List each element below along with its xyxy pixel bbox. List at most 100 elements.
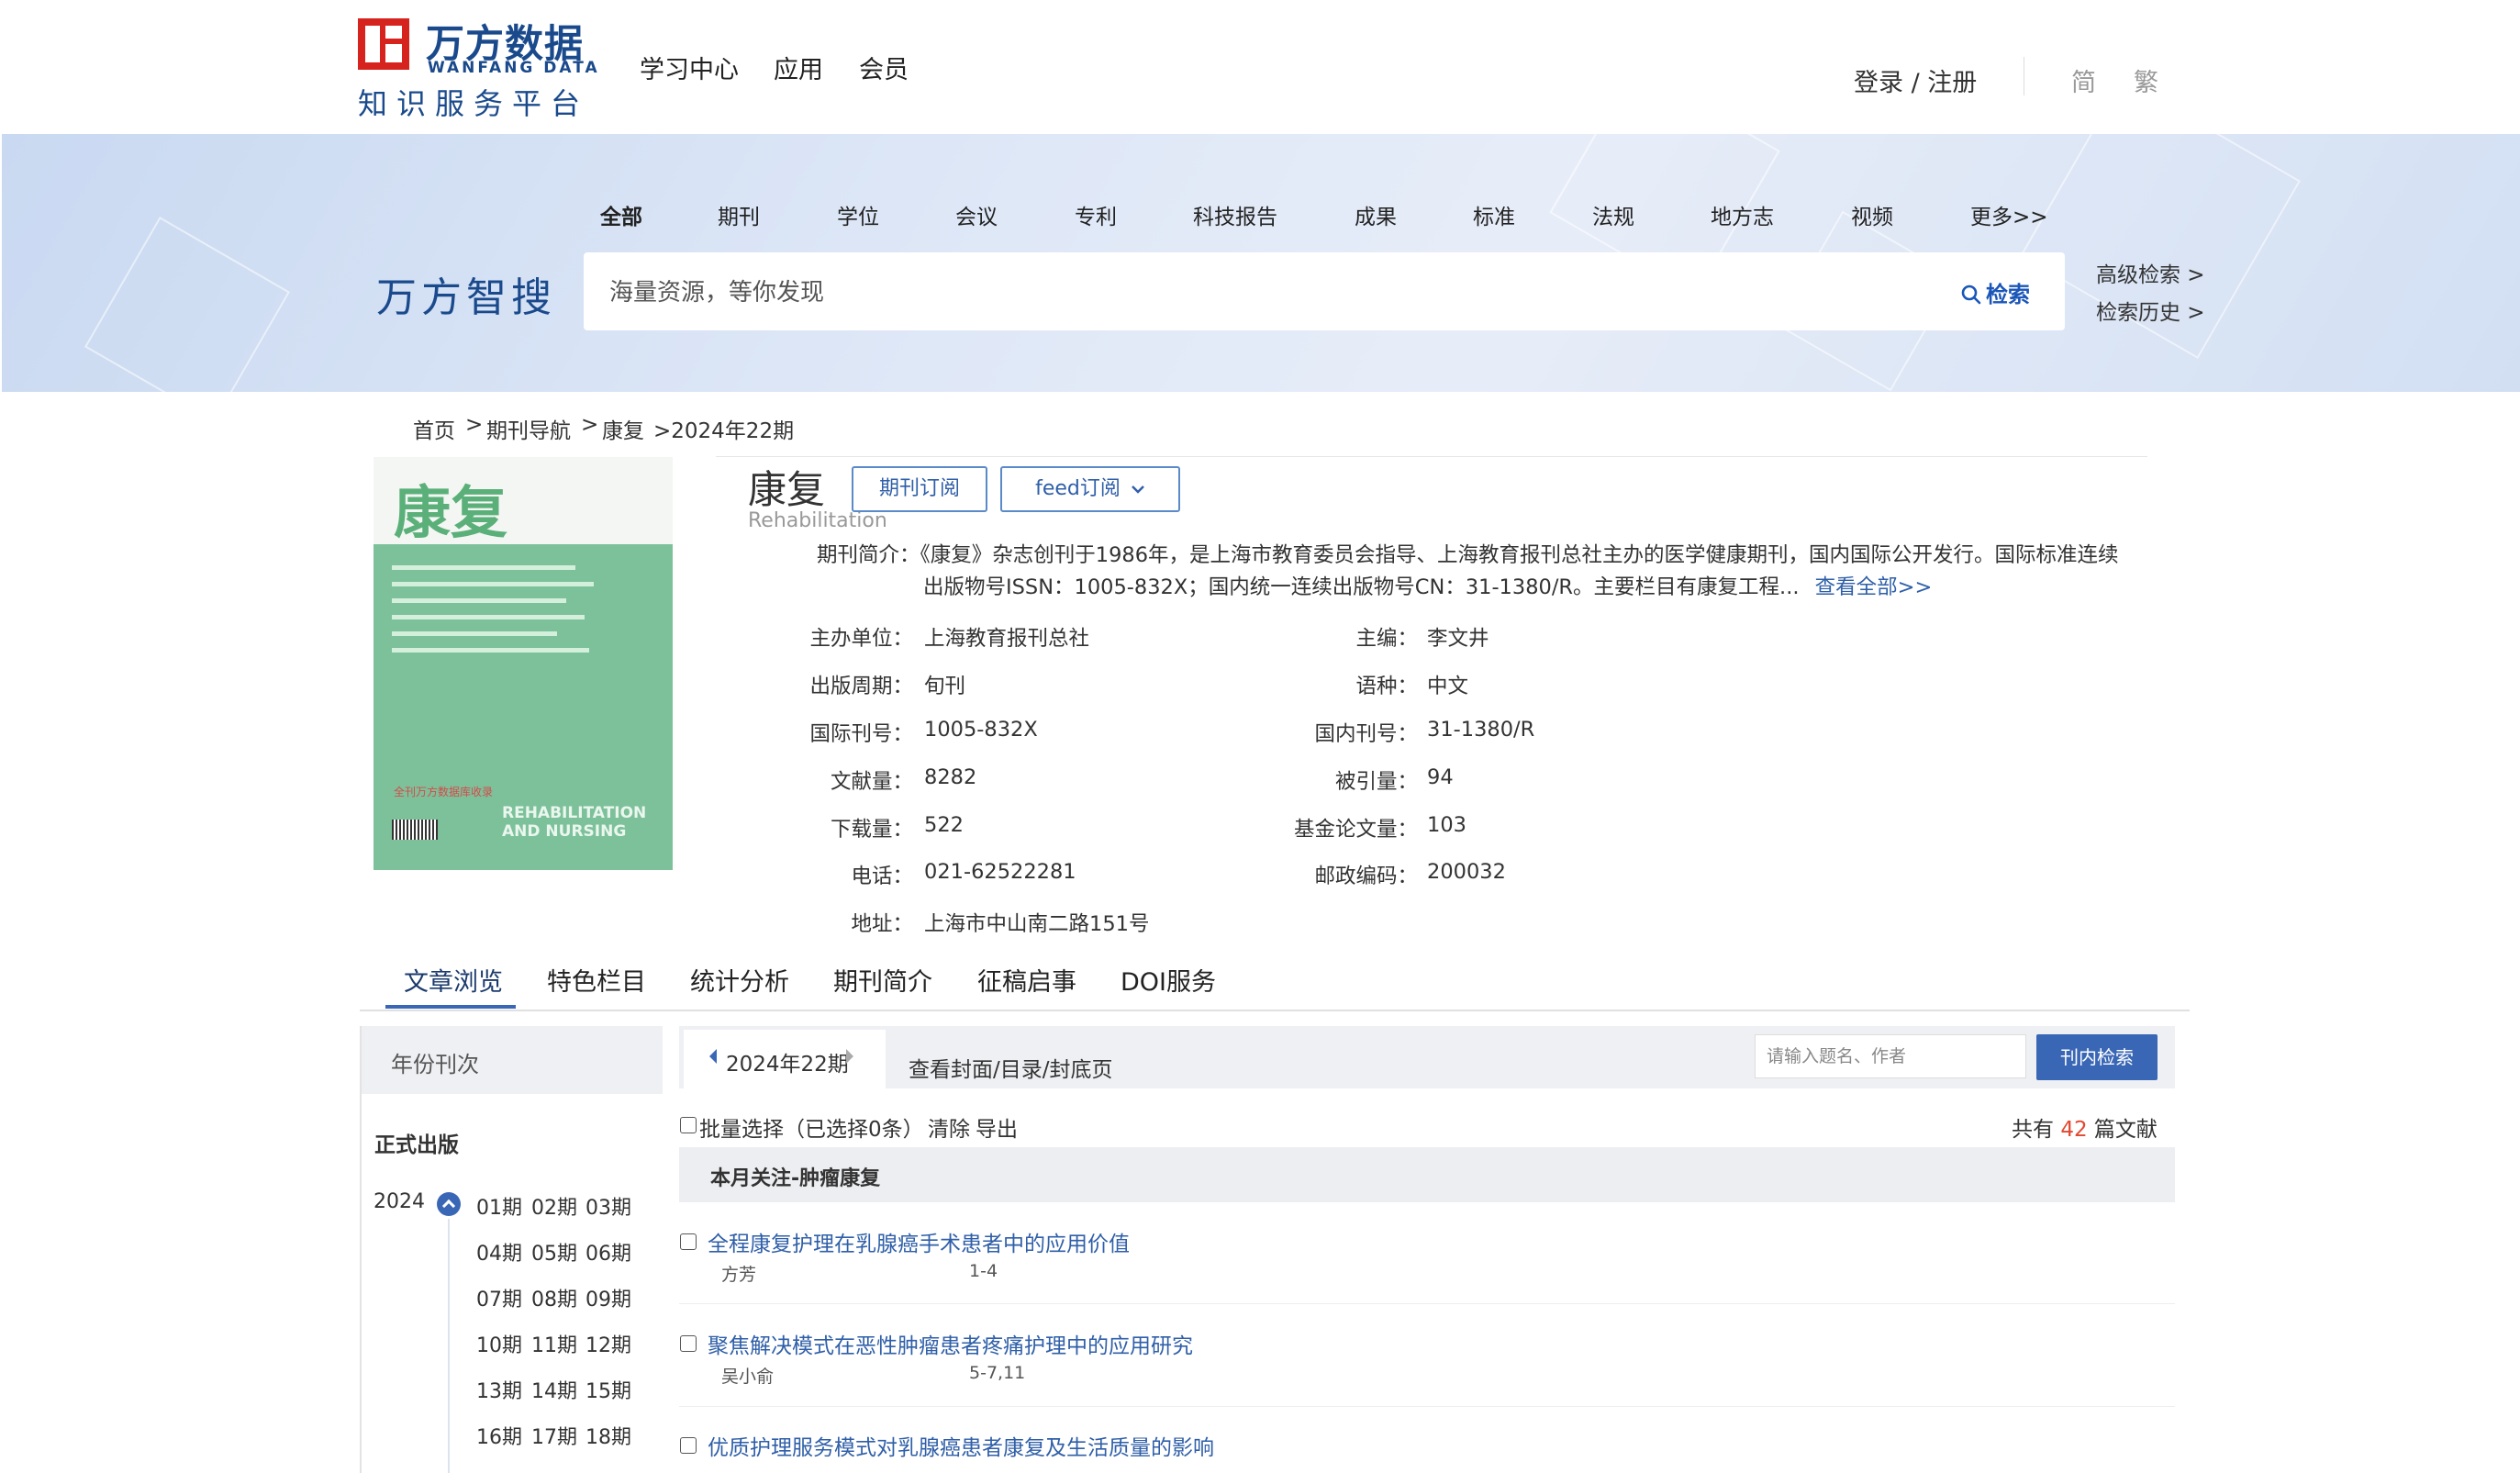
search-button-label: 检索 (1986, 282, 2030, 307)
journal-subscribe-button[interactable]: 期刊订阅 (852, 466, 987, 512)
lang-simplified[interactable]: 简 (2071, 62, 2096, 98)
sidebar-issue[interactable]: 13期 (476, 1375, 522, 1404)
nav-membership[interactable]: 会员 (859, 50, 909, 85)
breadcrumb-home[interactable]: 首页 (413, 413, 455, 444)
article-author[interactable]: 方芳 (721, 1261, 756, 1286)
journal-subtitle: Rehabilitation (748, 509, 887, 532)
search-tab-patent[interactable]: 专利 (1075, 199, 1117, 230)
logo-en: WANFANG DATA (428, 59, 600, 77)
field-value: 522 (924, 813, 964, 837)
search-tab-video[interactable]: 视频 (1851, 199, 1893, 230)
clear-selection-link[interactable]: 清除 (928, 1111, 970, 1143)
lang-traditional[interactable]: 繁 (2134, 62, 2158, 98)
article-title-link[interactable]: 聚焦解决模式在恶性肿瘤患者疼痛护理中的应用研究 (708, 1328, 1193, 1359)
search-tab-standard[interactable]: 标准 (1473, 199, 1515, 230)
sidebar-issue[interactable]: 05期 (531, 1237, 577, 1267)
sidebar-issue[interactable]: 02期 (531, 1191, 577, 1221)
sidebar-issue[interactable]: 17期 (531, 1421, 577, 1450)
search-tab-journals[interactable]: 期刊 (718, 199, 760, 230)
tab-article-browse[interactable]: 文章浏览 (404, 962, 503, 998)
article-checkbox[interactable] (680, 1335, 697, 1352)
sidebar-issue[interactable]: 08期 (531, 1283, 577, 1312)
journal-cover[interactable]: 康复 全刊万方数据库收录 REHABILITATION AND NURSING (374, 457, 673, 870)
journal-title: 康复 (748, 467, 826, 512)
sidebar-section-title: 正式出版 (374, 1133, 459, 1157)
field-label: 邮政编码： (1314, 865, 1418, 888)
field-value: 上海市中山南二路151号 (924, 912, 1150, 936)
batch-select-label: 批量选择（已选择0条） (699, 1118, 924, 1142)
search-history-link[interactable]: 检索历史 > (2096, 295, 2205, 326)
tab-call-for-papers[interactable]: 征稿启事 (977, 962, 1076, 998)
sidebar-issue[interactable]: 10期 (476, 1329, 522, 1358)
search-tab-achievement[interactable]: 成果 (1355, 199, 1397, 230)
tab-journal-intro[interactable]: 期刊简介 (833, 962, 932, 998)
sidebar-issue[interactable]: 06期 (585, 1237, 631, 1267)
sidebar-issue[interactable]: 04期 (476, 1237, 522, 1267)
sidebar-issue[interactable]: 15期 (585, 1375, 631, 1404)
search-tab-degree[interactable]: 学位 (837, 199, 879, 230)
field-label: 地址： (851, 912, 913, 936)
field-label: 被引量： (1334, 770, 1418, 794)
field-value: 94 (1427, 765, 1454, 789)
view-cover-link[interactable]: 查看封面/目录/封底页 (909, 1052, 1113, 1083)
sidebar-issue[interactable]: 18期 (585, 1421, 631, 1450)
search-tab-law[interactable]: 法规 (1592, 199, 1634, 230)
search-tab-more[interactable]: 更多>> (1970, 199, 2048, 230)
feed-subscribe-button[interactable]: feed订阅 (1000, 466, 1180, 512)
prev-issue-icon[interactable] (709, 1049, 717, 1064)
section-header: 本月关注-肿瘤康复 (679, 1147, 2175, 1202)
sidebar-issue[interactable]: 01期 (476, 1191, 522, 1221)
tab-statistics[interactable]: 统计分析 (690, 962, 789, 998)
field-label: 国内刊号： (1314, 722, 1418, 746)
breadcrumb-journal-nav[interactable]: 期刊导航 (486, 413, 571, 444)
tab-featured-columns[interactable]: 特色栏目 (547, 962, 646, 998)
field-value: 103 (1427, 813, 1466, 837)
feed-subscribe-label: feed订阅 (1035, 477, 1121, 500)
intro-text-cont: 出版物号ISSN：1005-832X；国内统一连续出版物号CN：31-1380/… (923, 575, 1800, 599)
article-title-link[interactable]: 优质护理服务模式对乳腺癌患者康复及生活质量的影响 (708, 1430, 1214, 1461)
breadcrumb-journal[interactable]: 康复 (602, 413, 644, 444)
barcode-icon (392, 820, 438, 840)
search-tab-tech-report[interactable]: 科技报告 (1193, 199, 1277, 230)
chevron-up-icon[interactable] (437, 1192, 461, 1216)
sidebar-issue[interactable]: 16期 (476, 1421, 522, 1450)
search-tab-all[interactable]: 全部 (600, 199, 642, 230)
sidebar-issue[interactable]: 12期 (585, 1329, 631, 1358)
chevron-down-icon (1132, 485, 1144, 494)
field-value: 中文 (1427, 675, 1469, 698)
next-issue-icon[interactable] (846, 1049, 853, 1064)
article-checkbox[interactable] (680, 1437, 697, 1454)
field-value: 李文井 (1427, 627, 1489, 651)
login-register-link[interactable]: 登录 / 注册 (1854, 62, 1977, 98)
article-title-link[interactable]: 全程康复护理在乳腺癌手术患者中的应用价值 (708, 1226, 1130, 1257)
search-tab-conference[interactable]: 会议 (955, 199, 998, 230)
article-author[interactable]: 吴小俞 (721, 1363, 774, 1388)
nav-apps[interactable]: 应用 (774, 50, 823, 85)
sidebar-year[interactable]: 2024 (374, 1190, 425, 1213)
sidebar-issue[interactable]: 03期 (585, 1191, 631, 1221)
article-divider (679, 1303, 2175, 1304)
export-link[interactable]: 导出 (976, 1111, 1018, 1143)
field-label: 主办单位： (809, 627, 913, 651)
sidebar-issue[interactable]: 09期 (585, 1283, 631, 1312)
field-value: 上海教育报刊总社 (924, 627, 1090, 651)
search-input[interactable] (608, 252, 1896, 332)
sidebar-issue[interactable]: 14期 (531, 1375, 577, 1404)
search-brand: 万方智搜 (376, 274, 556, 321)
intro-label: 期刊简介： (817, 543, 920, 567)
search-tab-local-chronicle[interactable]: 地方志 (1711, 199, 1774, 230)
view-all-link[interactable]: 查看全部>> (1815, 575, 1933, 599)
in-journal-search-button[interactable]: 刊内检索 (2036, 1034, 2158, 1080)
tab-doi-service[interactable]: DOI服务 (1121, 962, 1216, 998)
nav-learning-center[interactable]: 学习中心 (640, 50, 739, 85)
sidebar-issue[interactable]: 07期 (476, 1283, 522, 1312)
active-tab-indicator (385, 1005, 516, 1009)
article-checkbox[interactable] (680, 1233, 697, 1250)
batch-select-checkbox[interactable] (680, 1117, 697, 1133)
advanced-search-link[interactable]: 高级检索 > (2096, 257, 2205, 288)
logo-mark[interactable] (358, 18, 409, 70)
field-value: 021-62522281 (924, 860, 1076, 884)
search-button[interactable]: 检索 (1960, 276, 2030, 308)
sidebar-issue[interactable]: 11期 (531, 1329, 577, 1358)
in-journal-search-input[interactable] (1755, 1034, 2026, 1078)
